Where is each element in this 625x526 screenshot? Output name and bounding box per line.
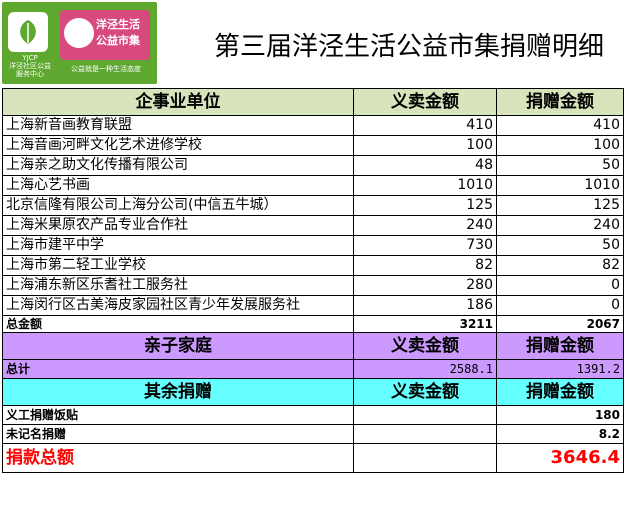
unit-name: 上海音画河畔文化艺术进修学校 [2,135,354,156]
donation-amount: 240 [496,215,624,236]
badge-line1: 洋泾生活 [96,18,140,31]
family-total-donation: 1391.2 [496,359,624,379]
header-sale: 义卖金额 [353,332,497,360]
table-row: 上海新音画教育联盟 410 410 [2,115,624,136]
donation-amount: 125 [496,195,624,216]
header-sale: 义卖金额 [353,378,497,406]
table-row: 上海浦东新区乐耆社工服务社 280 0 [2,275,624,296]
header-donation: 捐赠金额 [496,332,624,360]
family-total-sale: 2588.1 [353,359,497,379]
header-donation: 捐赠金额 [496,88,624,116]
family-total-label: 总计 [2,359,354,379]
donation-amount: 1010 [496,175,624,196]
unit-name: 上海米果原农产品专业合作社 [2,215,354,236]
grand-total-empty [353,443,497,473]
section2-total-row: 总计 2588.1 1391.2 [2,359,624,379]
table-row: 上海音画河畔文化艺术进修学校 100 100 [2,135,624,156]
donation-amount: 0 [496,275,624,296]
org-abbr: YJCP [22,54,38,62]
section3-header-row: 其余捐赠 义卖金额 捐赠金额 [2,378,624,406]
section1-header-row: 企事业单位 义卖金额 捐赠金额 [2,88,624,116]
leaf-logo-icon [8,12,48,52]
header-sale: 义卖金额 [353,88,497,116]
total-label: 总金额 [2,315,354,333]
donation-amount: 50 [496,155,624,176]
unit-name: 上海市建平中学 [2,235,354,256]
donation-amount: 410 [496,115,624,136]
unit-name: 北京信隆有限公司上海分公司(中信五牛城） [2,195,354,216]
header-family: 亲子家庭 [2,332,354,360]
unit-name: 上海市第二轻工业学校 [2,255,354,276]
header-donation: 捐赠金额 [496,378,624,406]
donation-amount: 100 [496,135,624,156]
grand-total-value: 3646.4 [496,443,624,473]
sale-amount: 730 [353,235,497,256]
donation-table: 企事业单位 义卖金额 捐赠金额 上海新音画教育联盟 410 410 上海音画河畔文化艺… [2,88,624,473]
unit-name: 上海心艺书画 [2,175,354,196]
donation-amount: 50 [496,235,624,256]
unit-name: 上海亲之助文化传播有限公司 [2,155,354,176]
sale-amount: 82 [353,255,497,276]
sale-amount: 280 [353,275,497,296]
table-row: 上海市建平中学 730 50 [2,235,624,256]
total-donation: 2067 [496,315,624,333]
table-row: 未记名捐赠 8.2 [2,424,624,444]
sale-amount: 1010 [353,175,497,196]
sale-amount: 125 [353,195,497,216]
unit-name: 上海新音画教育联盟 [2,115,354,136]
donation-sheet: YJCP 洋泾社区公益服务中心 洋泾生活 公益市集 公益就是一种生活态度 第三届… [0,0,625,526]
org-abbr-label: YJCP 洋泾社区公益服务中心 [8,54,52,78]
sale-amount: 240 [353,215,497,236]
market-badge: 洋泾生活 公益市集 [60,10,150,60]
donation-amount: 82 [496,255,624,276]
badge-emblem-icon [64,18,94,48]
other-sale-empty [353,405,497,425]
sale-amount: 100 [353,135,497,156]
table-row: 上海闵行区古美海皮家园社区青少年发展服务社 186 0 [2,295,624,316]
unit-name: 上海浦东新区乐耆社工服务社 [2,275,354,296]
other-sale-empty [353,424,497,444]
org-name: 洋泾社区公益服务中心 [9,62,51,78]
table-row: 上海心艺书画 1010 1010 [2,175,624,196]
page-title: 第三届洋泾生活公益市集捐赠明细 [214,32,605,62]
logo-slogan: 公益就是一种生活态度 [71,65,141,73]
other-name: 未记名捐赠 [2,424,354,444]
other-name: 义工捐赠饭贴 [2,405,354,425]
leaf-icon [20,20,36,44]
table-row: 义工捐赠饭贴 180 [2,405,624,425]
donation-amount: 0 [496,295,624,316]
grand-total-row: 捐款总额 3646.4 [2,443,624,473]
header-unit: 企事业单位 [2,88,354,116]
table-row: 上海亲之助文化传播有限公司 48 50 [2,155,624,176]
section1-total-row: 总金额 3211 2067 [2,315,624,333]
sale-amount: 48 [353,155,497,176]
table-row: 上海市第二轻工业学校 82 82 [2,255,624,276]
other-donation: 180 [496,405,624,425]
sheet-header: YJCP 洋泾社区公益服务中心 洋泾生活 公益市集 公益就是一种生活态度 第三届… [0,0,625,88]
table-row: 北京信隆有限公司上海分公司(中信五牛城） 125 125 [2,195,624,216]
grand-total-label: 捐款总额 [2,443,354,473]
sale-amount: 410 [353,115,497,136]
section2-header-row: 亲子家庭 义卖金额 捐赠金额 [2,332,624,360]
header-other: 其余捐赠 [2,378,354,406]
logo: YJCP 洋泾社区公益服务中心 洋泾生活 公益市集 公益就是一种生活态度 [2,2,157,84]
badge-line2: 公益市集 [96,34,140,47]
unit-name: 上海闵行区古美海皮家园社区青少年发展服务社 [2,295,354,316]
total-sale: 3211 [353,315,497,333]
table-row: 上海米果原农产品专业合作社 240 240 [2,215,624,236]
sale-amount: 186 [353,295,497,316]
other-donation: 8.2 [496,424,624,444]
